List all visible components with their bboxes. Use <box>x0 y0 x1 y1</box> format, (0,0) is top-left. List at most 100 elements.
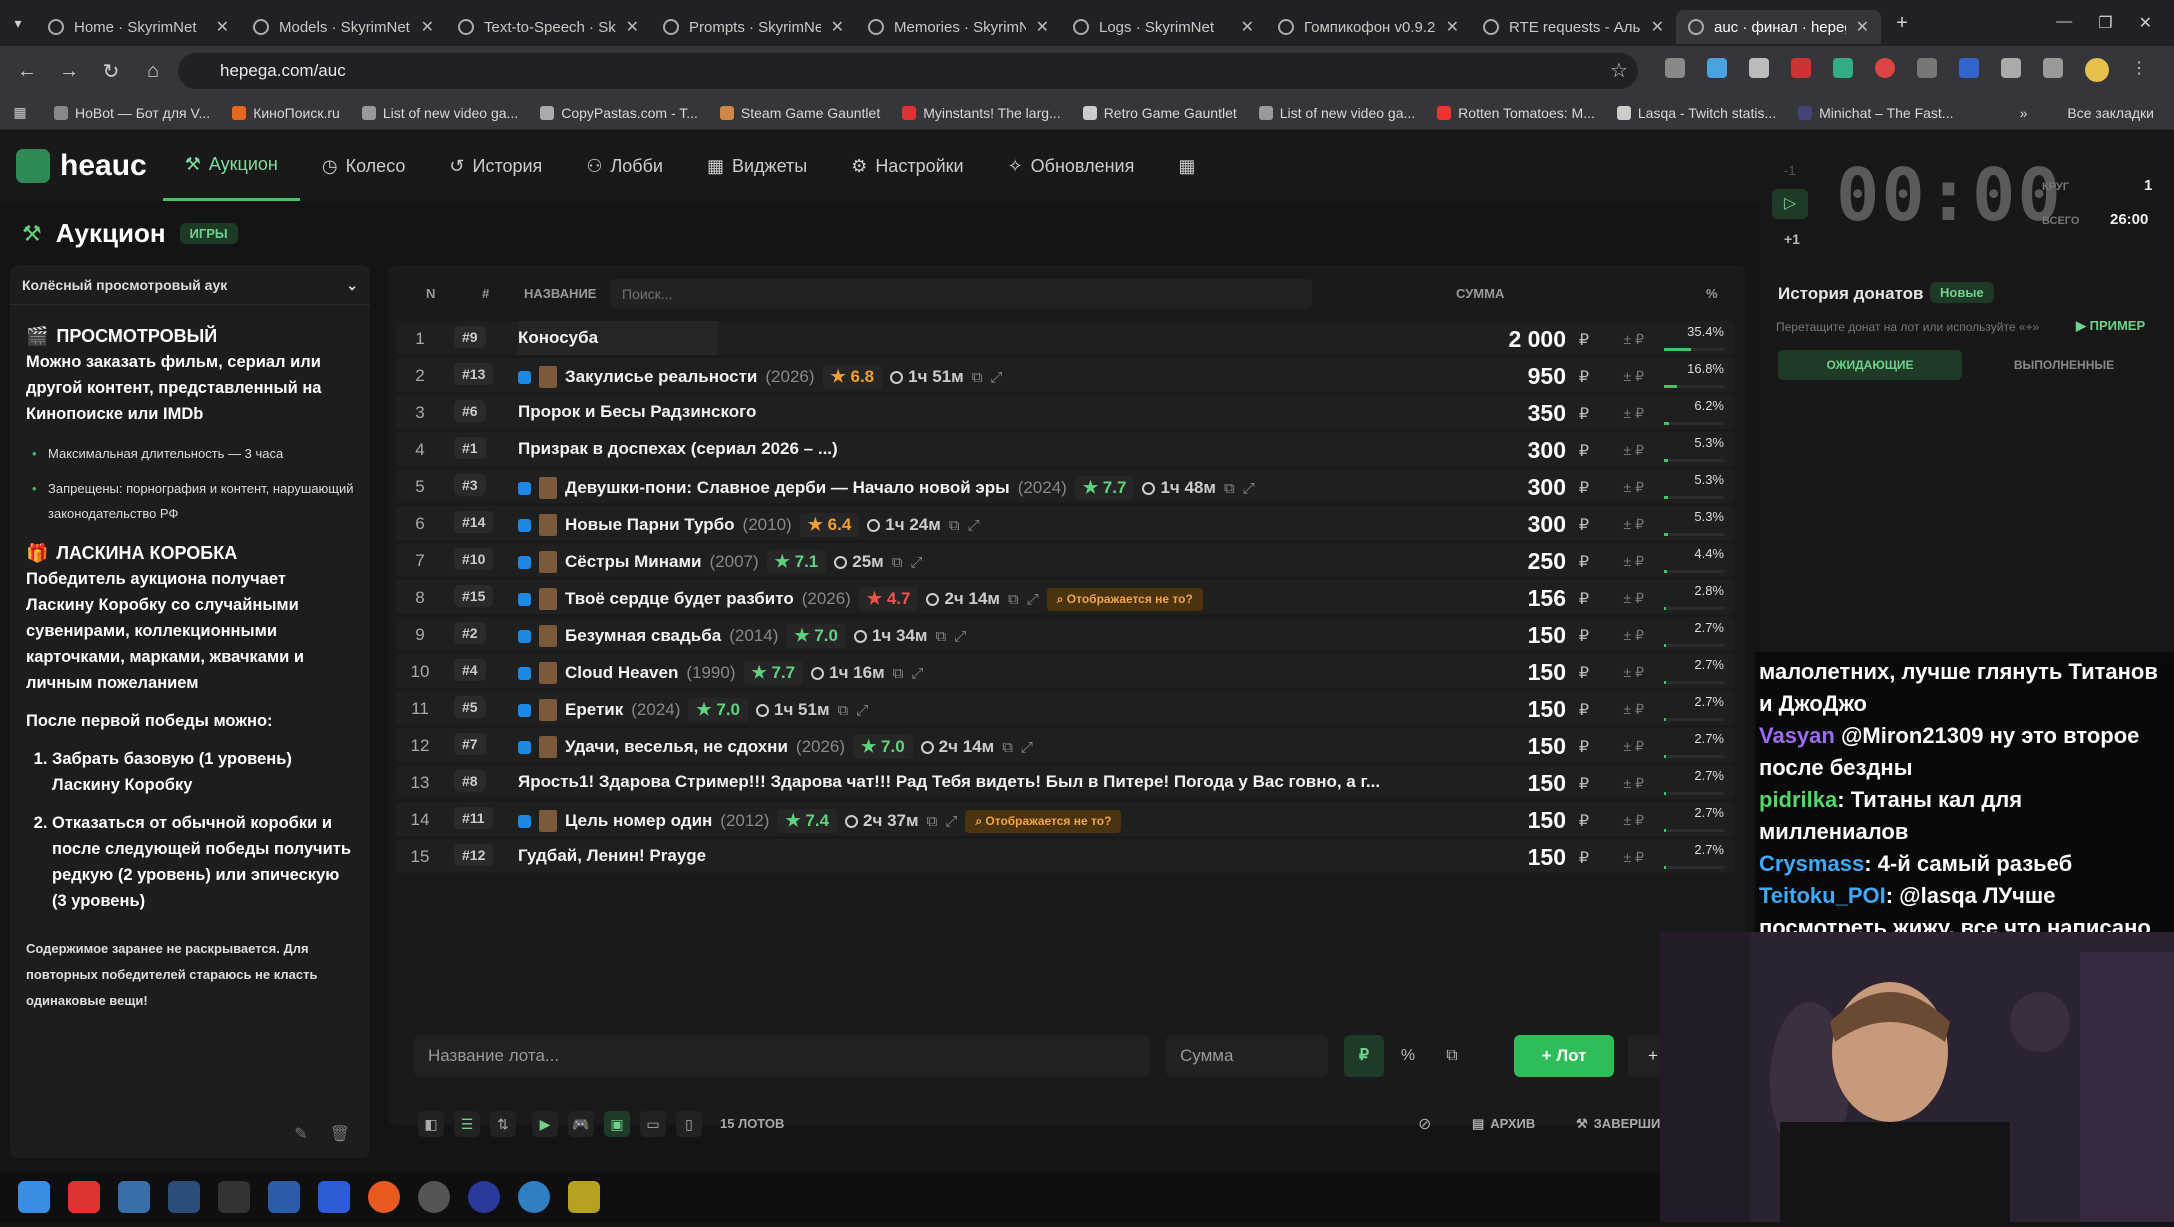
lot-name-input[interactable]: Название лота... <box>414 1035 1150 1077</box>
external-link-icon[interactable]: ⧉ <box>892 554 903 571</box>
category-badge[interactable]: ИГРЫ <box>179 223 238 244</box>
obs-live-icon[interactable] <box>68 1181 100 1213</box>
tv-icon[interactable]: ▭ <box>640 1111 666 1137</box>
add-lot-button[interactable]: + Лот <box>1514 1035 1614 1077</box>
bookmark-item[interactable]: List of new video ga... <box>1258 105 1415 121</box>
table-row[interactable]: 3 #6 Пророк и Бесы Радзинского 350 ₽ ± ₽ 6.2% <box>396 395 1734 429</box>
media-player-icon[interactable] <box>468 1181 500 1213</box>
lot-sum[interactable]: 150 <box>1528 659 1566 686</box>
lot-name-cell[interactable]: Ярость1! Здарова Стример!!! Здарова чат!… <box>518 772 1380 792</box>
lot-name-cell[interactable]: Твоё сердце будет разбито (2026) ★ 4.7 2ч 1… <box>518 587 1203 611</box>
adjust-sum-button[interactable]: ± ₽ <box>1624 516 1644 533</box>
lot-name-cell[interactable]: Безумная свадьба (2014) ★ 7.0 1ч 34м ⧉ ⤢ <box>518 624 966 648</box>
bookmark-item[interactable]: КиноПоиск.ru <box>232 105 340 121</box>
link-icon[interactable]: ⤢ <box>1243 480 1255 497</box>
browser-tab[interactable]: Гомпикофон v0.9.24 ✕ <box>1266 10 1471 44</box>
extension-icon[interactable] <box>1833 58 1853 78</box>
extension-icon[interactable] <box>1917 58 1937 78</box>
close-tab-icon[interactable]: ✕ <box>626 17 639 37</box>
external-link-icon[interactable]: ⧉ <box>927 813 938 830</box>
sort-icon[interactable]: ⇅ <box>490 1111 516 1137</box>
book-icon[interactable]: ▯ <box>676 1111 702 1137</box>
lot-sum[interactable]: 250 <box>1528 548 1566 575</box>
nav-tab-0[interactable]: ⚒ Аукцион <box>162 131 300 201</box>
new-tab-button[interactable]: + <box>1881 12 1923 35</box>
lot-name-cell[interactable]: Cloud Heaven (1990) ★ 7.7 1ч 16м ⧉ ⤢ <box>518 661 923 685</box>
start-icon[interactable] <box>18 1181 50 1213</box>
close-tab-icon[interactable]: ✕ <box>216 17 229 37</box>
extension-icon[interactable] <box>1707 58 1727 78</box>
link-icon[interactable]: ⤢ <box>911 665 923 682</box>
telegram-icon[interactable] <box>518 1181 550 1213</box>
extension-icon[interactable] <box>1875 58 1895 78</box>
bookmark-item[interactable]: Lasqa - Twitch statis... <box>1616 105 1776 121</box>
table-row[interactable]: 1 #9 Коносуба 2 000 ₽ ± ₽ 35.4% <box>396 321 1734 355</box>
adjust-sum-button[interactable]: ± ₽ <box>1624 812 1644 829</box>
adjust-sum-button[interactable]: ± ₽ <box>1624 479 1644 496</box>
close-tab-icon[interactable]: ✕ <box>421 17 434 37</box>
app-icon[interactable] <box>118 1181 150 1213</box>
link-icon[interactable]: ⤢ <box>945 813 957 830</box>
trash-icon[interactable]: 🗑 <box>330 1124 350 1144</box>
lot-name-cell[interactable]: Сёстры Минами (2007) ★ 7.1 25м ⧉ ⤢ <box>518 550 922 574</box>
lot-sum[interactable]: 150 <box>1528 733 1566 760</box>
link-icon[interactable]: ⤢ <box>968 517 980 534</box>
media-icon[interactable] <box>2043 58 2063 78</box>
reload-icon[interactable]: ↻ <box>90 59 132 84</box>
wrong-match-button[interactable]: ⌕ Отображается не то? <box>1046 587 1203 611</box>
adjust-sum-button[interactable]: ± ₽ <box>1624 775 1644 792</box>
bookmark-item[interactable]: Retro Game Gauntlet <box>1082 105 1237 121</box>
external-link-icon[interactable]: ⧉ <box>1224 480 1235 497</box>
bookmark-item[interactable]: HoBot — Бот для V... <box>54 105 210 121</box>
close-window-icon[interactable]: ✕ <box>2139 13 2152 33</box>
table-row[interactable]: 10 #4 Cloud Heaven (1990) ★ 7.7 1ч 16м ⧉ ⤢ 150 ₽ ±… <box>396 654 1734 688</box>
external-link-icon[interactable]: ⧉ <box>838 702 849 719</box>
bookmark-item[interactable]: Myinstants! The larg... <box>902 105 1061 121</box>
forward-icon[interactable]: → <box>48 60 90 83</box>
nav-tab-1[interactable]: ◷ Колесо <box>300 131 428 201</box>
bookmark-star-icon[interactable]: ☆ <box>1610 58 1628 83</box>
adjust-sum-button[interactable]: ± ₽ <box>1624 738 1644 755</box>
link-icon[interactable]: ⤢ <box>954 628 966 645</box>
extensions-puzzle-icon[interactable] <box>2001 58 2021 78</box>
grid-menu-icon[interactable]: ▦ <box>1156 131 1217 201</box>
bookmark-item[interactable]: CopyPastas.com - T... <box>540 105 698 121</box>
search-input[interactable] <box>610 279 1312 309</box>
lot-sum[interactable]: 300 <box>1528 437 1566 464</box>
table-row[interactable]: 7 #10 Сёстры Минами (2007) ★ 7.1 25м ⧉ ⤢ 250 ₽ ± ₽… <box>396 543 1734 577</box>
lot-sum[interactable]: 150 <box>1528 622 1566 649</box>
lot-sum[interactable]: 150 <box>1528 770 1566 797</box>
firefox-icon[interactable] <box>368 1181 400 1213</box>
extension-icon[interactable] <box>1665 58 1685 78</box>
steam-icon[interactable] <box>168 1181 200 1213</box>
browser-menu-icon[interactable]: ⋮ <box>2131 58 2147 82</box>
browser-tab[interactable]: Memories · SkyrimNe ✕ <box>856 10 1061 44</box>
url-input[interactable]: hepega.com/auc <box>178 53 1638 89</box>
lot-name-cell[interactable]: Пророк и Бесы Радзинского <box>518 402 756 422</box>
table-row[interactable]: 13 #8 Ярость1! Здарова Стример!!! Здарова … <box>396 765 1734 799</box>
adjust-sum-button[interactable]: ± ₽ <box>1624 627 1644 644</box>
table-row[interactable]: 8 #15 Твоё сердце будет разбито (2026) ★ 4.7… <box>396 580 1734 614</box>
bookmark-item[interactable]: Steam Game Gauntlet <box>719 105 880 121</box>
notes-icon[interactable] <box>268 1181 300 1213</box>
table-row[interactable]: 5 #3 Девушки-пони: Славное дерби — Начало … <box>396 469 1734 503</box>
browser-tab[interactable]: Logs · SkyrimNet ✕ <box>1061 10 1266 44</box>
nav-tab-5[interactable]: ⚙ Настройки <box>829 131 985 201</box>
example-button[interactable]: ▶ ПРИМЕР <box>2076 318 2145 334</box>
lot-name-cell[interactable]: Закулисье реальности (2026) ★ 6.8 1ч 51м ⧉ ⤢ <box>518 365 1002 389</box>
adjust-sum-button[interactable]: ± ₽ <box>1624 331 1644 348</box>
external-link-icon[interactable]: ⧉ <box>1002 739 1013 756</box>
rules-selector[interactable]: Колёсный просмотровый аук ⌄ <box>10 265 370 305</box>
adjust-sum-button[interactable]: ± ₽ <box>1624 442 1644 459</box>
play-icon[interactable]: ▷ <box>1772 189 1808 219</box>
gamepad-icon[interactable]: 🎮 <box>568 1111 594 1137</box>
list-view-icon[interactable]: ☰ <box>454 1111 480 1137</box>
youtube-icon[interactable]: ▶ <box>532 1111 558 1137</box>
close-tab-icon[interactable]: ✕ <box>1036 17 1049 37</box>
adjust-sum-button[interactable]: ± ₽ <box>1624 553 1644 570</box>
nav-tab-6[interactable]: ✧ Обновления <box>986 131 1157 201</box>
adjust-sum-button[interactable]: ± ₽ <box>1624 664 1644 681</box>
browser-tab[interactable]: Text-to-Speech · Skyri ✕ <box>446 10 651 44</box>
link-icon[interactable]: ⤢ <box>910 554 922 571</box>
browser-tab[interactable]: Home · SkyrimNet ✕ <box>36 10 241 44</box>
